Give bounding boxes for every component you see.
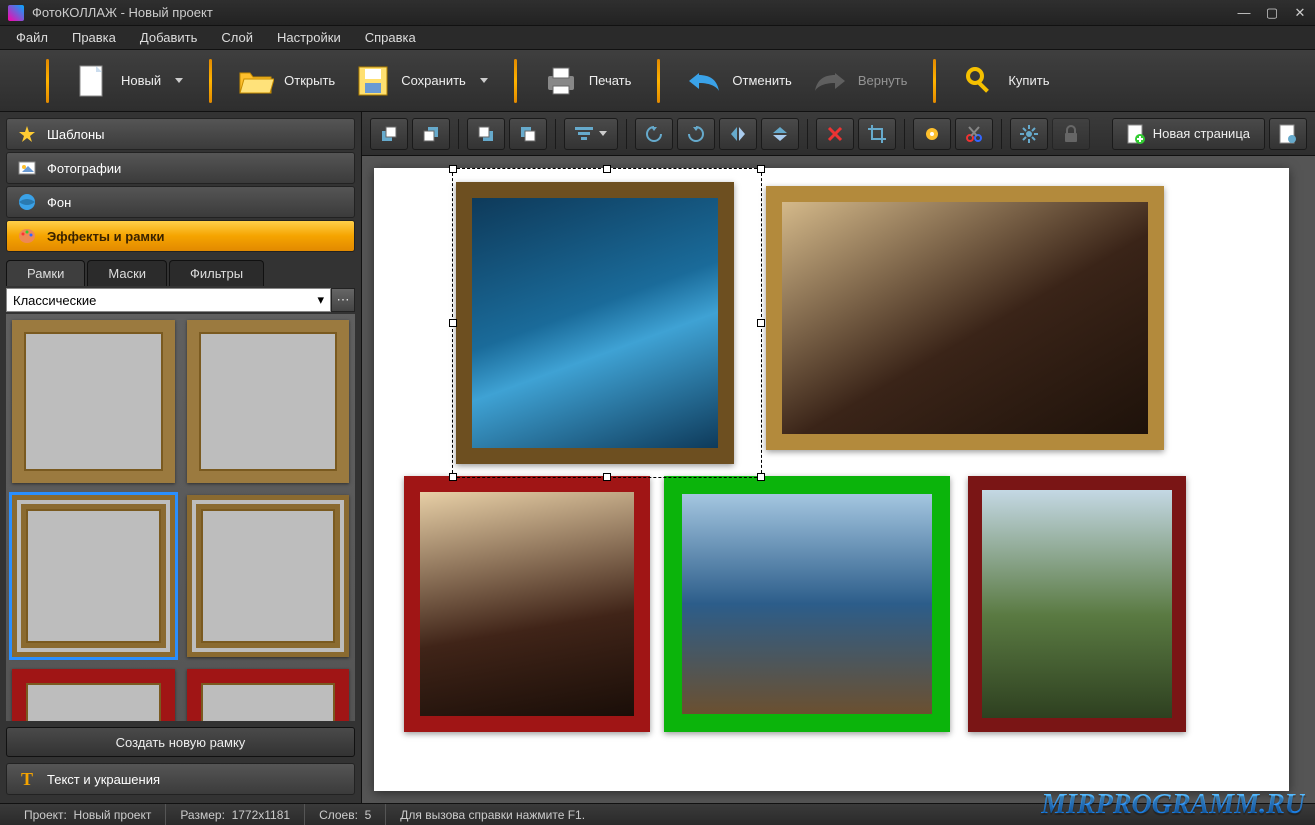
minimize-button[interactable]: — [1237,6,1251,20]
text-icon: T [17,769,37,789]
menu-settings[interactable]: Настройки [267,28,351,47]
right-panel: Новая страница [362,112,1315,803]
chevron-down-icon: ▾ [317,292,324,308]
dropdown-icon [480,78,488,83]
delete-button[interactable] [816,118,854,150]
app-icon [8,5,24,21]
close-button[interactable]: ✕ [1293,6,1307,20]
effects-tabs: Рамки Маски Фильтры [6,260,355,286]
layer-front-button[interactable] [370,118,408,150]
align-button[interactable] [564,118,618,150]
dropdown-icon [175,78,183,83]
new-file-icon [75,63,111,99]
magic-button[interactable] [913,118,951,150]
frame-thumbnails [6,314,355,721]
lock-button[interactable] [1052,118,1090,150]
status-size-value: 1772x1181 [232,808,291,822]
status-size-label: Размер: [180,808,225,822]
key-icon [962,63,998,99]
buy-button[interactable]: Купить [952,57,1059,105]
canvas[interactable] [374,168,1289,791]
frame-category-select[interactable]: Классические ▾ [6,288,331,312]
rotate-right-button[interactable] [677,118,715,150]
status-project-value: Новый проект [74,808,152,822]
frame-thumb[interactable] [12,495,175,658]
menu-layer[interactable]: Слой [211,28,263,47]
maximize-button[interactable]: ▢ [1265,6,1279,20]
collage-photo[interactable] [766,186,1164,450]
printer-icon [543,63,579,99]
frame-thumb[interactable] [187,320,350,483]
sidebar-photos[interactable]: Фотографии [6,152,355,184]
status-project-label: Проект: [24,808,67,822]
folder-open-icon [238,63,274,99]
page-settings-button[interactable] [1269,118,1307,150]
undo-button[interactable]: Отменить [676,57,801,105]
sidebar-effects[interactable]: Эффекты и рамки [6,220,355,252]
print-button[interactable]: Печать [533,57,642,105]
selection-box[interactable] [452,168,762,478]
star-icon [17,124,37,144]
layer-back-button[interactable] [467,118,505,150]
collage-photo[interactable] [404,476,650,732]
canvas-area [362,156,1315,803]
frame-thumb[interactable] [187,669,350,721]
window-title: ФотоКОЛЛАЖ - Новый проект [32,5,1229,20]
page-add-icon [1127,124,1145,144]
sidebar-text[interactable]: T Текст и украшения [6,763,355,795]
tab-filters[interactable]: Фильтры [169,260,264,286]
new-page-button[interactable]: Новая страница [1112,118,1265,150]
save-button[interactable]: Сохранить [345,57,498,105]
sidebar-templates[interactable]: Шаблоны [6,118,355,150]
layer-up-button[interactable] [412,118,450,150]
new-button[interactable]: Новый [65,57,193,105]
tab-masks[interactable]: Маски [87,260,167,286]
cut-button[interactable] [955,118,993,150]
title-bar: ФотоКОЛЛАЖ - Новый проект — ▢ ✕ [0,0,1315,26]
dropdown-icon [599,131,607,136]
flip-vertical-button[interactable] [761,118,799,150]
globe-icon [17,192,37,212]
menu-add[interactable]: Добавить [130,28,207,47]
flip-horizontal-button[interactable] [719,118,757,150]
frame-thumb[interactable] [187,495,350,658]
status-layers-label: Слоев: [319,808,358,822]
save-icon [355,63,391,99]
tab-frames[interactable]: Рамки [6,260,85,286]
open-button[interactable]: Открыть [228,57,345,105]
main-toolbar: Новый Открыть Сохранить Печать Отменить … [0,50,1315,112]
settings-button[interactable] [1010,118,1048,150]
status-help-hint: Для вызова справки нажмите F1. [400,808,585,822]
sidebar-background[interactable]: Фон [6,186,355,218]
layer-down-button[interactable] [509,118,547,150]
frame-thumb[interactable] [12,669,175,721]
undo-icon [686,63,722,99]
crop-button[interactable] [858,118,896,150]
collage-photo[interactable] [968,476,1186,732]
collage-photo[interactable] [664,476,950,732]
menu-file[interactable]: Файл [6,28,58,47]
frame-thumb[interactable] [12,320,175,483]
palette-icon [17,226,37,246]
watermark: MIRPROGRAMM.RU [1041,789,1305,821]
menu-bar: Файл Правка Добавить Слой Настройки Спра… [0,26,1315,50]
canvas-toolbar: Новая страница [362,112,1315,156]
photo-icon [17,158,37,178]
frame-category-more-button[interactable]: ⋯ [331,288,355,312]
left-panel: Шаблоны Фотографии Фон Эффекты и рамки Р… [0,112,362,803]
redo-icon [812,63,848,99]
menu-help[interactable]: Справка [355,28,426,47]
create-frame-button[interactable]: Создать новую рамку [6,727,355,757]
menu-edit[interactable]: Правка [62,28,126,47]
redo-button[interactable]: Вернуть [802,57,918,105]
status-layers-value: 5 [365,808,372,822]
rotate-left-button[interactable] [635,118,673,150]
